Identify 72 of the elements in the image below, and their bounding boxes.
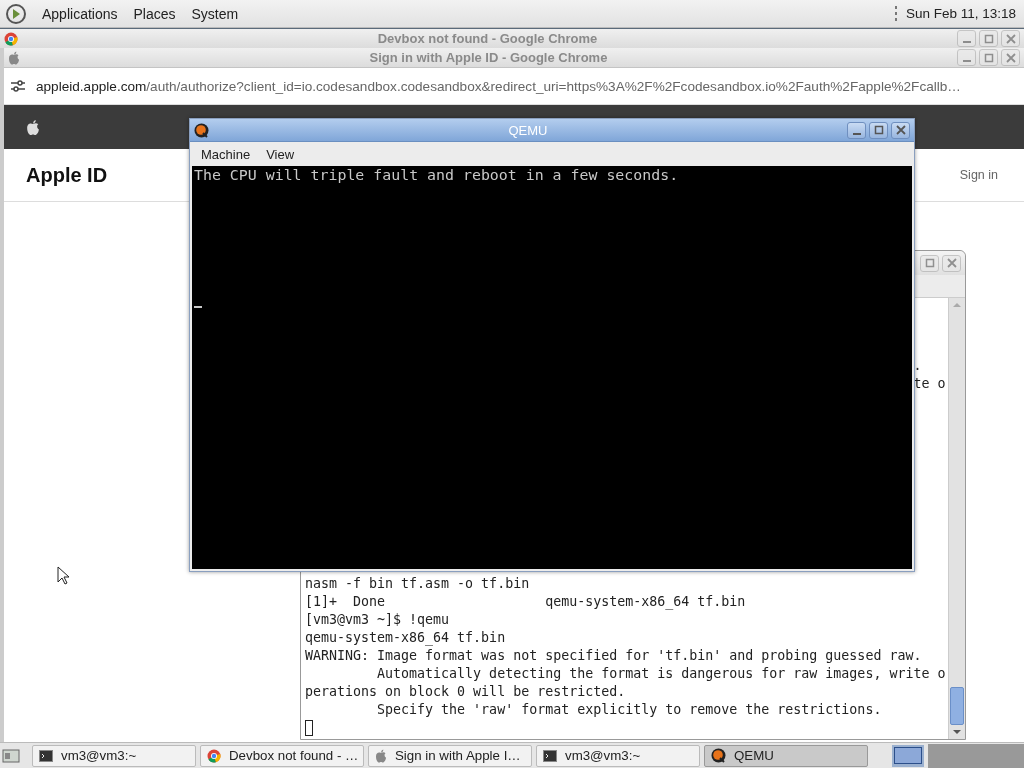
maximize-icon <box>983 33 994 44</box>
terminal-line: [1]+ Done qemu-system-x86_64 tf.bin <box>305 593 747 611</box>
site-settings-icon[interactable] <box>10 79 26 93</box>
close-icon <box>895 125 906 135</box>
show-desktop-icon[interactable] <box>2 746 20 765</box>
apple-icon <box>8 50 20 65</box>
chrome-icon <box>207 748 221 763</box>
minimize-button[interactable] <box>957 49 976 66</box>
terminal-line: perations on block 0 will be restricted. <box>305 683 627 701</box>
taskbar-button[interactable]: vm3@vm3:~ <box>32 744 196 767</box>
maximize-icon <box>983 52 994 63</box>
qemu-icon <box>194 122 209 138</box>
minimize-button[interactable] <box>957 30 976 47</box>
clock[interactable]: Sun Feb 11, 13:18 <box>905 6 1016 21</box>
scroll-up-icon[interactable] <box>952 302 962 308</box>
vm-display[interactable]: The CPU will triple fault and reboot in a few seconds. <box>192 166 912 569</box>
terminal-line: [vm3@vm3 ~]$ !qemu <box>305 611 451 629</box>
terminal-line: WARNING: Image format was not specified for 'tf.bin' and probing guessed raw. <box>305 647 923 665</box>
text-cursor <box>194 306 202 308</box>
maximize-button[interactable] <box>869 121 888 139</box>
menu-item[interactable]: View <box>260 146 301 162</box>
scroll-thumb[interactable] <box>950 687 964 725</box>
panel-menu[interactable]: System <box>183 5 247 22</box>
sign-in-link[interactable]: Sign in <box>959 168 998 182</box>
terminal-icon <box>39 748 53 763</box>
taskbar-button[interactable]: Sign in with Apple I… <box>368 744 532 767</box>
page-heading: Apple ID <box>26 163 108 187</box>
terminal-line: nasm -f bin tf.asm -o tf.bin <box>305 575 531 593</box>
close-button[interactable] <box>1001 49 1020 66</box>
distro-logo-icon[interactable] <box>6 3 26 24</box>
window-title: QEMU <box>507 122 549 138</box>
close-button[interactable] <box>1001 30 1020 47</box>
minimize-icon <box>852 132 861 135</box>
maximize-button[interactable] <box>979 49 998 66</box>
minimize-button[interactable] <box>847 121 866 139</box>
mouse-pointer-icon <box>57 566 70 585</box>
maximize-icon <box>873 125 884 135</box>
apple-icon <box>375 748 387 763</box>
panel-handle-icon <box>893 4 898 23</box>
console-text: The CPU will triple fault and reboot in a few seconds. <box>194 166 680 184</box>
window-title: Devbox not found - Google Chrome <box>376 31 599 46</box>
terminal-line: . <box>913 357 923 375</box>
close-button[interactable] <box>891 121 910 139</box>
terminal-line: te o <box>913 375 946 393</box>
maximize-button[interactable] <box>979 30 998 47</box>
close-button[interactable] <box>942 254 961 272</box>
scroll-down-icon[interactable] <box>952 729 962 735</box>
maximize-icon <box>924 258 935 268</box>
chrome-icon <box>4 31 18 46</box>
taskbar-button[interactable]: QEMU <box>704 744 868 767</box>
taskbar-button[interactable]: Devbox not found - … <box>200 744 364 767</box>
terminal-line: Automatically detecting the format is dangerous for raw images, write o <box>376 665 947 683</box>
scrollbar[interactable] <box>948 298 965 739</box>
qemu-icon <box>711 748 726 763</box>
close-icon <box>946 258 957 268</box>
panel-menu[interactable]: Applications <box>34 5 126 22</box>
maximize-button[interactable] <box>920 254 939 272</box>
minimize-icon <box>962 60 971 62</box>
close-icon <box>1005 33 1016 44</box>
taskbar-button[interactable]: vm3@vm3:~ <box>536 744 700 767</box>
minimize-icon <box>962 41 971 43</box>
panel-menu[interactable]: Places <box>125 5 184 22</box>
apple-logo-icon[interactable] <box>26 118 40 136</box>
terminal-icon <box>543 748 557 763</box>
text-cursor <box>305 720 313 736</box>
menu-item[interactable]: Machine <box>195 146 257 162</box>
workspace-switcher[interactable] <box>892 744 924 767</box>
address-field[interactable]: appleid.apple.com/auth/authorize?client_id=io.codesandbox.codesandbox&redirect_uri=https%3A%2F%2Fcodesandbox.io%2Fauth%2Fapple%2Fcallb… <box>36 78 961 94</box>
terminal-line: qemu-system-x86_64 tf.bin <box>305 629 507 647</box>
close-icon <box>1005 52 1016 63</box>
window-title: Sign in with Apple ID - Google Chrome <box>368 50 609 65</box>
terminal-line: Specify the 'raw' format explicitly to remove the restrictions. <box>376 701 883 719</box>
